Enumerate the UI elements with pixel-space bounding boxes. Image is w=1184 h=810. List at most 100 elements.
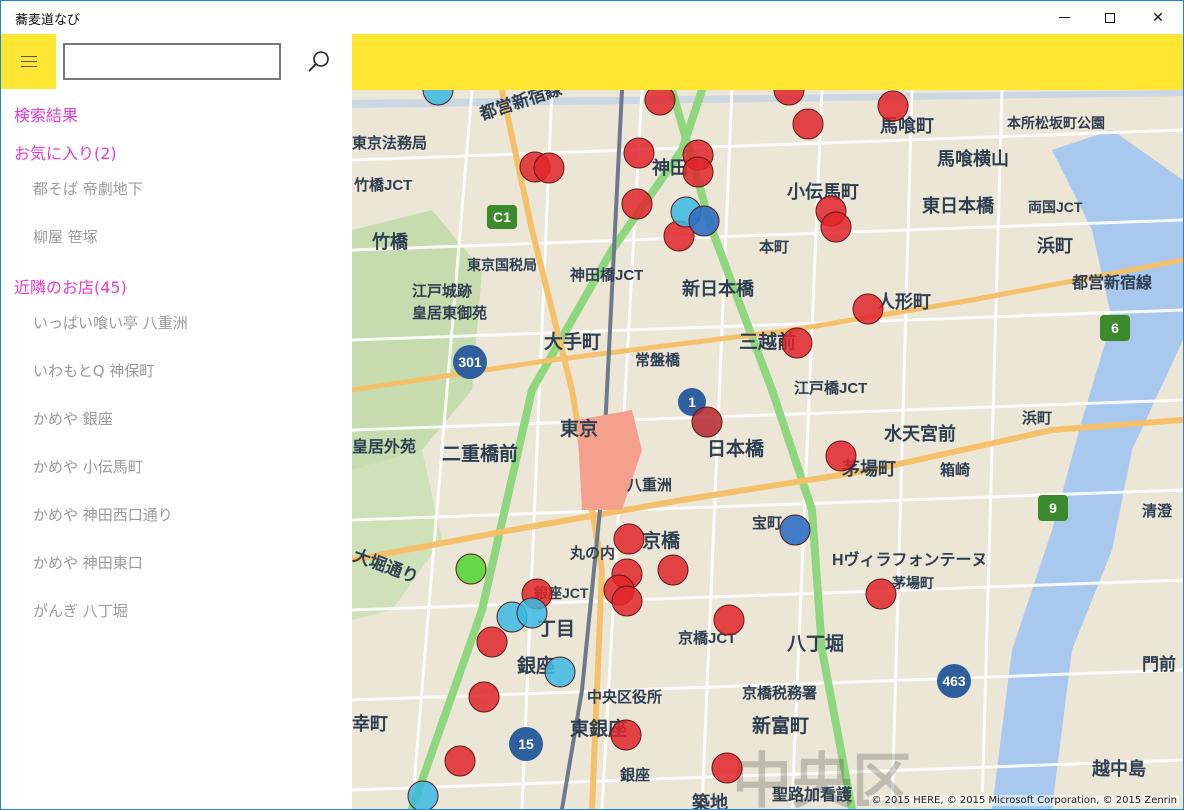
map-label: 都営新宿線 (1071, 273, 1152, 292)
map-label: 京橋税務署 (742, 684, 817, 702)
map-label: 二重橋前 (442, 442, 518, 465)
nearby-heading[interactable]: 近隣のお店(45) (14, 274, 127, 298)
map-label: 東日本橋 (922, 195, 995, 216)
map-label: 皇居外苑 (352, 437, 416, 456)
shop-marker[interactable] (533, 152, 565, 184)
favorite-item[interactable]: 都そば 帝劇地下 (33, 178, 143, 199)
map-label: 新日本橋 (682, 278, 755, 299)
nearby-item[interactable]: がんぎ 八丁堀 (33, 600, 128, 621)
route-shield: 301 (453, 345, 487, 379)
map-label: Hヴィラフォンテーヌ (832, 550, 988, 569)
nearby-item[interactable]: いっぱい喰い亭 八重洲 (33, 312, 188, 333)
side-pane: 検索結果 お気に入り(2) 都そば 帝劇地下 柳屋 笹塚 近隣のお店(45) い… (1, 34, 352, 809)
map-copyright: © 2015 HERE, © 2015 Microsoft Corporatio… (869, 795, 1179, 806)
route-shield: 15 (509, 727, 543, 761)
shop-marker[interactable] (691, 406, 723, 438)
shop-marker[interactable] (779, 514, 811, 546)
map-label: 本町 (759, 238, 789, 256)
map-label: 茅場町 (892, 575, 934, 591)
shop-marker[interactable] (657, 554, 689, 586)
map-label: 神田 (652, 157, 688, 178)
shop-marker[interactable] (621, 188, 653, 220)
map-label: 大手町 (544, 330, 601, 353)
shop-marker[interactable] (820, 211, 852, 243)
map-label: 人形町 (877, 292, 931, 312)
map-label: 馬喰横山 (937, 148, 1009, 169)
shop-marker[interactable] (644, 90, 676, 116)
map-label: 箱崎 (940, 461, 970, 479)
maximize-icon (1105, 12, 1115, 23)
shop-marker[interactable] (476, 626, 508, 658)
shop-marker[interactable] (825, 440, 857, 472)
map-label: 皇居東御苑 (412, 304, 487, 322)
header-band (352, 34, 1183, 90)
map-label: 越中島 (1091, 758, 1146, 779)
svg-text:C1: C1 (493, 209, 511, 225)
nearby-item[interactable]: かめや 神田西口通り (33, 504, 173, 525)
map-label: 浜町 (1037, 236, 1073, 256)
nearby-item[interactable]: かめや 小伝馬町 (33, 456, 143, 477)
shop-marker[interactable] (852, 293, 884, 325)
map-label: 銀座 (620, 766, 650, 784)
map-canvas[interactable]: 都営新宿線 東京法務局 竹橋JCT 竹橋 神田 小伝馬町 東日本橋 馬喰町 馬喰… (352, 90, 1183, 809)
route-shield: C1 (487, 205, 517, 229)
shop-marker[interactable] (611, 585, 643, 617)
map-label: 竹橋JCT (353, 176, 412, 194)
route-shield: 9 (1038, 495, 1068, 521)
shop-marker[interactable] (610, 719, 642, 751)
shop-marker[interactable] (792, 108, 824, 140)
shop-marker[interactable] (711, 752, 743, 784)
nearby-item[interactable]: かめや 銀座 (33, 408, 113, 429)
shop-marker[interactable] (407, 780, 439, 809)
maximize-button[interactable] (1087, 1, 1133, 34)
shop-marker[interactable] (455, 553, 487, 585)
map-label: 常盤橋 (635, 351, 681, 369)
map-label: 両国JCT (1028, 199, 1083, 215)
search-input[interactable] (63, 43, 281, 80)
map-label: 幸町 (352, 713, 388, 734)
shop-marker[interactable] (516, 597, 548, 629)
hamburger-icon (20, 56, 37, 67)
map-label: 江戸城跡 (412, 282, 472, 300)
map-label: 竹橋 (371, 231, 409, 252)
sumida-river (992, 130, 1183, 809)
shop-marker[interactable] (544, 656, 576, 688)
map-label: 丸の内 (569, 544, 615, 562)
shop-marker[interactable] (468, 681, 500, 713)
close-button[interactable]: ✕ (1135, 1, 1181, 34)
shop-marker[interactable] (623, 137, 655, 169)
map-label: 東京法務局 (352, 134, 427, 152)
app-window: 蕎麦道なび ✕ 検索結果 お気に入り(2) 都そば 帝劇地下 柳屋 笹塚 近隣の… (0, 0, 1184, 810)
map-label: 浜町 (1022, 409, 1052, 427)
shop-marker[interactable] (865, 578, 897, 610)
search-button[interactable] (301, 44, 337, 80)
shop-marker[interactable] (773, 90, 805, 106)
svg-text:9: 9 (1049, 500, 1057, 516)
favorites-heading[interactable]: お気に入り(2) (14, 140, 117, 164)
shop-marker[interactable] (713, 604, 745, 636)
shop-marker[interactable] (877, 90, 909, 122)
hamburger-button[interactable] (1, 34, 56, 89)
route-shield: 6 (1100, 315, 1130, 341)
search-icon (308, 51, 329, 72)
nearby-item[interactable]: かめや 神田東口 (33, 552, 143, 573)
shop-marker[interactable] (682, 156, 714, 188)
favorite-item[interactable]: 柳屋 笹塚 (33, 226, 98, 247)
map-view[interactable]: 都営新宿線 東京法務局 竹橋JCT 竹橋 神田 小伝馬町 東日本橋 馬喰町 馬喰… (352, 90, 1183, 809)
map-label: 東京 (560, 417, 598, 440)
map-label: 水天宮前 (884, 423, 956, 444)
map-label: 江戸橋JCT (794, 379, 867, 397)
map-label: 日本橋 (707, 437, 765, 460)
map-label: 宝町 (752, 514, 782, 532)
nearby-item[interactable]: いわもとQ 神保町 (33, 360, 154, 381)
map-label: 本所松坂町公園 (1007, 115, 1105, 131)
search-results-heading[interactable]: 検索結果 (14, 102, 78, 126)
shop-marker[interactable] (444, 745, 476, 777)
shop-marker[interactable] (688, 205, 720, 237)
shop-marker[interactable] (781, 327, 813, 359)
svg-text:6: 6 (1111, 320, 1119, 336)
svg-text:463: 463 (942, 673, 966, 689)
map-label: 東京国税局 (467, 257, 537, 273)
minimize-button[interactable] (1041, 1, 1087, 34)
shop-marker[interactable] (613, 523, 645, 555)
